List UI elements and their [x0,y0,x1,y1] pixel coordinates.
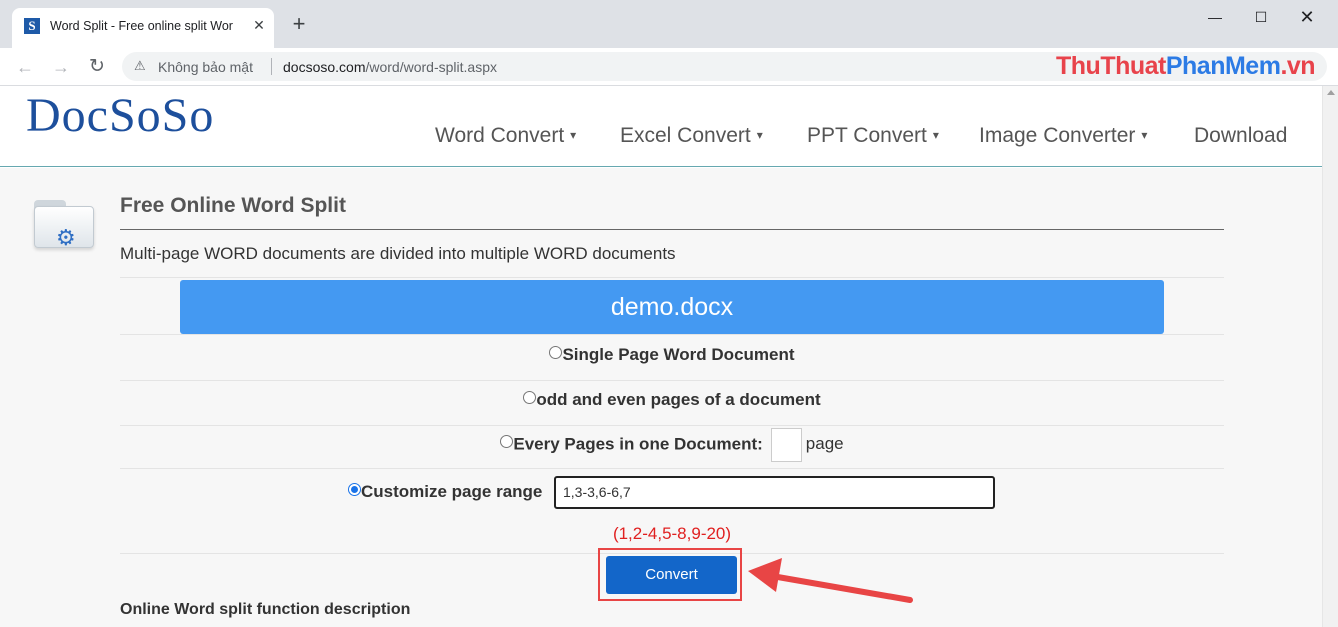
url-text[interactable]: docsoso.com/word/word-split.aspx [283,59,497,75]
back-button[interactable]: ← [12,54,38,80]
option-custom-range[interactable]: Customize page range [348,482,542,502]
nav-image-converter[interactable]: Image Converter ▾ [979,124,1147,148]
page-scrollbar[interactable] [1322,86,1338,627]
page-range-input[interactable]: 1,3-3,6-6,7 [554,476,995,509]
option-every-pages-label: Every Pages in one Document: [513,434,763,454]
site-favicon-icon: S [24,18,40,34]
watermark-part2: PhanMem [1165,52,1281,80]
folder-body: ⚙ [34,206,94,250]
range-format-hint: (1,2-4,5-8,9-20) [612,524,732,543]
nav-ppt-convert[interactable]: PPT Convert ▾ [807,124,939,148]
close-tab-icon[interactable]: ✕ [250,16,268,34]
folder-settings-icon: ⚙ [34,200,94,250]
gear-icon: ⚙ [56,225,76,250]
row-divider [120,468,1224,469]
close-window-button[interactable]: ✕ [1284,4,1330,30]
watermark-logo: ThuThuatPhanMem.vn [1056,52,1316,81]
nav-word-convert[interactable]: Word Convert ▾ [435,124,576,148]
reload-button[interactable]: ↻ [84,54,110,80]
forward-button[interactable]: → [48,54,74,80]
browser-tab[interactable]: S Word Split - Free online split Wor ✕ [12,8,274,48]
docsoso-logo[interactable]: DocSoSo [26,88,214,143]
radio-every-pages[interactable] [500,435,514,449]
option-custom-range-label: Customize page range [361,482,543,501]
web-page: DocSoSo Word Convert ▾ Excel Convert ▾ PPT… [0,86,1322,627]
option-single-page-label: Single Page Word Document [562,345,795,364]
chevron-down-icon: ▾ [570,128,577,142]
description-heading: Online Word split function description [120,601,411,618]
convert-button[interactable]: Convert [606,556,737,594]
red-arrow-annotation [748,558,913,603]
option-odd-even[interactable]: odd and even pages of a document [120,390,1224,410]
nav-word-convert-label: Word Convert [435,124,565,147]
row-divider [120,425,1224,426]
option-single-page[interactable]: Single Page Word Document [120,345,1224,365]
option-odd-even-label: odd and even pages of a document [536,390,821,409]
url-host: docsoso.com [283,59,366,75]
uploaded-file-bar[interactable]: demo.docx [180,280,1164,334]
chevron-down-icon: ▾ [1141,128,1148,142]
chevron-down-icon: ▾ [932,128,939,142]
row-divider [120,277,1224,278]
radio-odd-even[interactable] [523,391,537,404]
nav-excel-convert[interactable]: Excel Convert ▾ [620,124,763,148]
security-label[interactable]: Không bảo mật [158,59,253,75]
nav-ppt-convert-label: PPT Convert [807,124,927,147]
pages-per-document-input[interactable] [770,428,802,462]
nav-download[interactable]: Download [1194,124,1287,148]
radio-single-page[interactable] [549,346,563,359]
not-secure-icon[interactable]: ⚠ [134,58,146,74]
row-divider [120,334,1224,335]
title-divider [120,229,1224,230]
tab-title: Word Split - Free online split Wor [50,19,233,33]
page-subtitle: Multi-page WORD documents are divided in… [120,244,676,263]
nav-image-converter-label: Image Converter [979,124,1136,147]
new-tab-button[interactable]: + [287,12,311,36]
url-path: /word/word-split.aspx [365,59,497,75]
watermark-part1: ThuThuat [1056,52,1166,80]
chevron-down-icon: ▾ [756,128,763,142]
site-header: DocSoSo Word Convert ▾ Excel Convert ▾ PPT… [0,86,1322,167]
row-divider [120,380,1224,381]
option-every-pages[interactable]: Every Pages in one Document: page [120,428,1224,462]
scroll-up-icon[interactable] [1327,90,1335,95]
nav-excel-convert-label: Excel Convert [620,124,751,147]
minimize-window-button[interactable]: — [1192,4,1238,30]
browser-toolbar: ← → ↻ ⚠ Không bảo mật docsoso.com/word/w… [0,48,1338,86]
watermark-part3: .vn [1280,52,1316,80]
page-title: Free Online Word Split [120,194,346,217]
address-separator [271,58,272,75]
radio-custom-range[interactable] [348,483,361,496]
maximize-window-button[interactable]: ☐ [1238,4,1284,30]
browser-tab-bar: S Word Split - Free online split Wor ✕ +… [0,0,1338,48]
page-unit-label: page [805,434,844,454]
